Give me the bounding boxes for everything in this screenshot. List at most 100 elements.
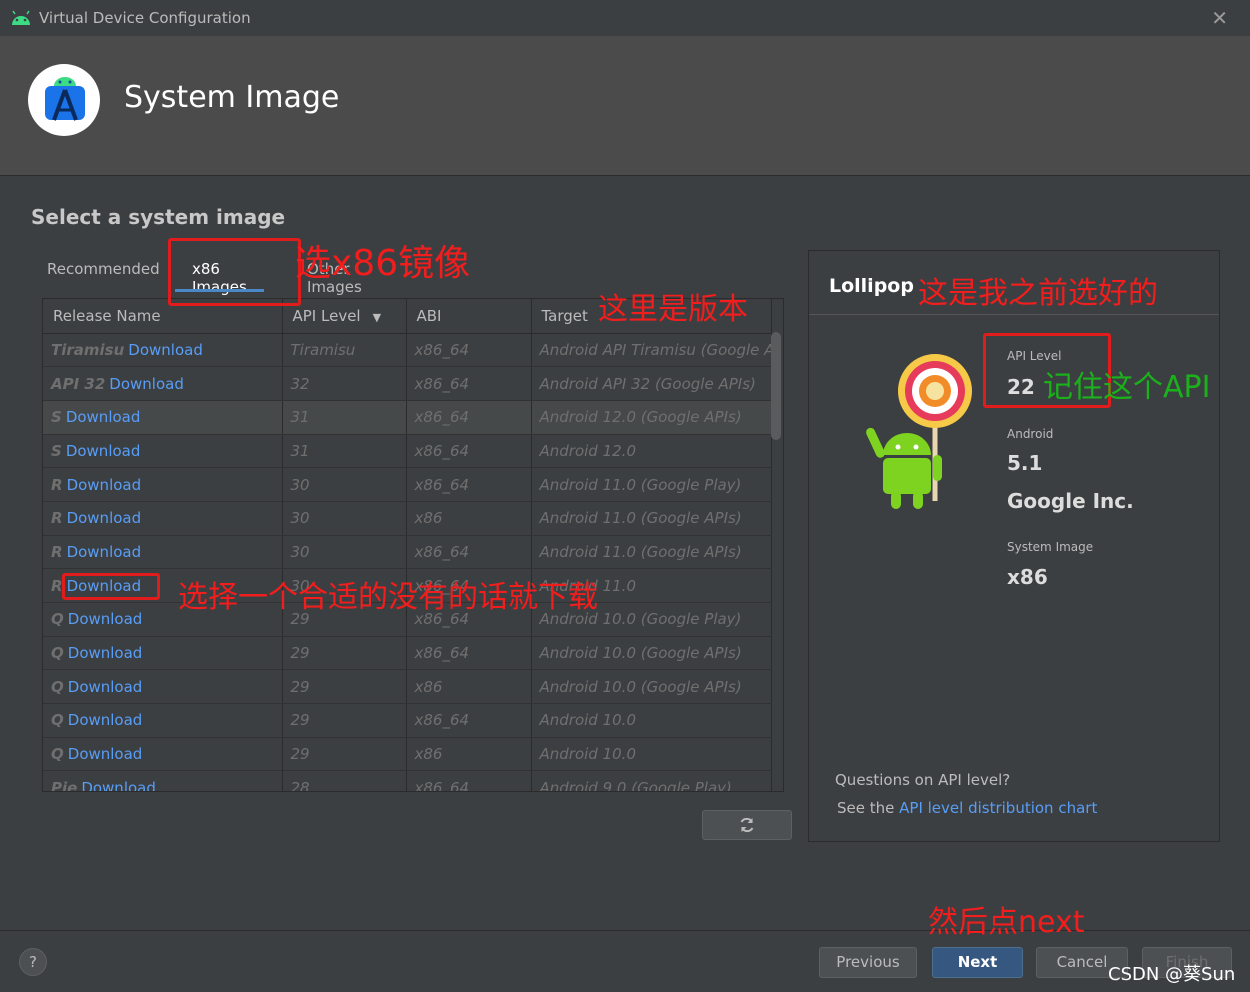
annotation-choose-download: 选择一个合适的没有的话就下载 xyxy=(178,580,598,615)
release-name: API 32 xyxy=(51,374,106,393)
download-link[interactable]: Download xyxy=(81,779,156,791)
cell-api-level: 29 xyxy=(282,703,407,738)
cell-release-name: S Download xyxy=(43,434,283,469)
watermark: CSDN @葵Sun xyxy=(1108,964,1236,985)
table-row[interactable]: Tiramisu Download Tiramisu x86_64 Android AP… xyxy=(43,333,772,368)
table-body: Tiramisu Download Tiramisu x86_64 Android AP… xyxy=(43,333,772,791)
download-link[interactable]: Download xyxy=(68,678,143,696)
cell-release-name: S Download xyxy=(43,400,283,435)
cell-target: Android 9.0 (Google Play) xyxy=(531,770,772,791)
next-button[interactable]: Next xyxy=(932,947,1023,978)
annotation-remember-api: 记住这个API xyxy=(1043,370,1211,405)
cell-target: Android 12.0 xyxy=(531,434,772,469)
cell-abi: x86 xyxy=(406,669,532,705)
api-distribution-chart-link[interactable]: API level distribution chart xyxy=(899,799,1097,817)
cell-abi: x86 xyxy=(406,501,532,536)
cell-target: Android API Tiramisu (Google APIs) xyxy=(531,333,772,368)
refresh-icon xyxy=(740,817,754,833)
cell-abi: x86 xyxy=(406,737,532,772)
download-link[interactable]: Download xyxy=(66,442,141,460)
divider xyxy=(809,314,1219,315)
cell-api-level: 28 xyxy=(282,770,407,791)
table-row[interactable]: Q Download 29 x86 Android 10.0 (Google APIs) xyxy=(43,669,772,705)
download-link[interactable]: Download xyxy=(68,711,143,729)
download-link[interactable]: Download xyxy=(67,543,142,561)
cell-abi: x86_64 xyxy=(406,333,532,368)
cell-release-name: Q Download xyxy=(43,703,283,738)
download-link[interactable]: Download xyxy=(128,341,203,359)
release-name: R xyxy=(51,509,63,528)
table-scrollbar[interactable] xyxy=(771,332,781,440)
cell-target: Android 10.0 xyxy=(531,737,772,772)
window-title: Virtual Device Configuration xyxy=(39,9,251,27)
page-title: System Image xyxy=(124,80,340,115)
cell-abi: x86_64 xyxy=(406,636,532,671)
column-api-level-label: API Level xyxy=(292,306,361,325)
cell-release-name: Tiramisu Download xyxy=(43,333,283,368)
release-name: Q xyxy=(51,711,64,730)
tab-recommended[interactable]: Recommended xyxy=(47,252,160,292)
annotation-box-x86-tab xyxy=(168,238,301,306)
release-name: Q xyxy=(51,610,64,629)
download-link[interactable]: Download xyxy=(67,476,142,494)
download-link[interactable]: Download xyxy=(66,408,141,426)
android-icon xyxy=(12,10,30,25)
cell-abi: x86_64 xyxy=(406,703,532,738)
release-name: Q xyxy=(51,677,64,696)
download-link[interactable]: Download xyxy=(68,745,143,763)
wizard-header: System Image xyxy=(0,36,1250,176)
table-row[interactable]: API 32 Download 32 x86_64 Android API 32 (Go… xyxy=(43,366,772,401)
download-link[interactable]: Download xyxy=(68,644,143,662)
table-row[interactable]: R Download 30 x86_64 Android 11.0 (Google Pl… xyxy=(43,467,772,502)
cell-abi: x86_64 xyxy=(406,770,532,791)
release-name: S xyxy=(51,441,62,460)
release-codename: Lollipop xyxy=(829,275,914,297)
android-studio-logo xyxy=(28,64,100,136)
cell-release-name: R Download xyxy=(43,535,283,570)
download-link[interactable]: Download xyxy=(109,375,184,393)
android-label: Android xyxy=(1007,427,1054,441)
table-row[interactable]: S Download 31 x86_64 Android 12.0 (Google AP… xyxy=(43,400,772,435)
api-chart-text: See the API level distribution chart xyxy=(837,799,1097,817)
cell-target: Android 12.0 (Google APIs) xyxy=(531,400,772,435)
cell-abi: x86_64 xyxy=(406,467,532,502)
close-icon[interactable]: ✕ xyxy=(1211,6,1228,30)
refresh-button[interactable] xyxy=(702,810,792,840)
cell-release-name: Q Download xyxy=(43,737,283,772)
column-abi[interactable]: ABI xyxy=(406,299,532,334)
previous-button[interactable]: Previous xyxy=(819,947,917,978)
annotation-version-here: 这里是版本 xyxy=(598,292,748,327)
table-row[interactable]: Q Download 29 x86_64 Android 10.0 (Google AP… xyxy=(43,636,772,671)
table-row[interactable]: Q Download 29 x86_64 Android 10.0 xyxy=(43,703,772,738)
help-button[interactable]: ? xyxy=(19,948,47,976)
cell-api-level: 32 xyxy=(282,366,407,401)
cell-target: Android 10.0 (Google APIs) xyxy=(531,669,772,705)
cell-target: Android 11.0 (Google APIs) xyxy=(531,501,772,536)
annotation-previously-selected: 这是我之前选好的 xyxy=(918,276,1158,311)
cell-abi: x86_64 xyxy=(406,366,532,401)
release-name: R xyxy=(51,576,63,595)
table-row[interactable]: S Download 31 x86_64 Android 12.0 xyxy=(43,434,772,469)
cell-release-name: Q Download xyxy=(43,669,283,705)
window-titlebar: Virtual Device Configuration ✕ xyxy=(0,0,1250,36)
cell-api-level: 29 xyxy=(282,669,407,705)
table-row[interactable]: R Download 30 x86_64 Android 11.0 (Google AP… xyxy=(43,535,772,570)
cell-release-name: R Download xyxy=(43,467,283,502)
release-name: S xyxy=(51,408,62,427)
release-name: R xyxy=(51,475,63,494)
table-row[interactable]: Q Download 29 x86 Android 10.0 xyxy=(43,737,772,772)
cell-api-level: 29 xyxy=(282,737,407,772)
table-row[interactable]: R Download 30 x86 Android 11.0 (Google APIs) xyxy=(43,501,772,536)
cell-target: Android 11.0 (Google APIs) xyxy=(531,535,772,570)
system-image-label: System Image xyxy=(1007,540,1094,554)
download-link[interactable]: Download xyxy=(67,509,142,527)
release-name: R xyxy=(51,542,63,561)
section-title: Select a system image xyxy=(31,205,286,229)
cell-target: Android API 32 (Google APIs) xyxy=(531,366,772,401)
table-row[interactable]: Pie Download 28 x86_64 Android 9.0 (Google P… xyxy=(43,770,772,791)
cell-release-name: R Download xyxy=(43,501,283,536)
cell-abi: x86_64 xyxy=(406,434,532,469)
vendor-value: Google Inc. xyxy=(1007,489,1134,513)
cell-api-level: 31 xyxy=(282,434,407,469)
download-link[interactable]: Download xyxy=(68,610,143,628)
